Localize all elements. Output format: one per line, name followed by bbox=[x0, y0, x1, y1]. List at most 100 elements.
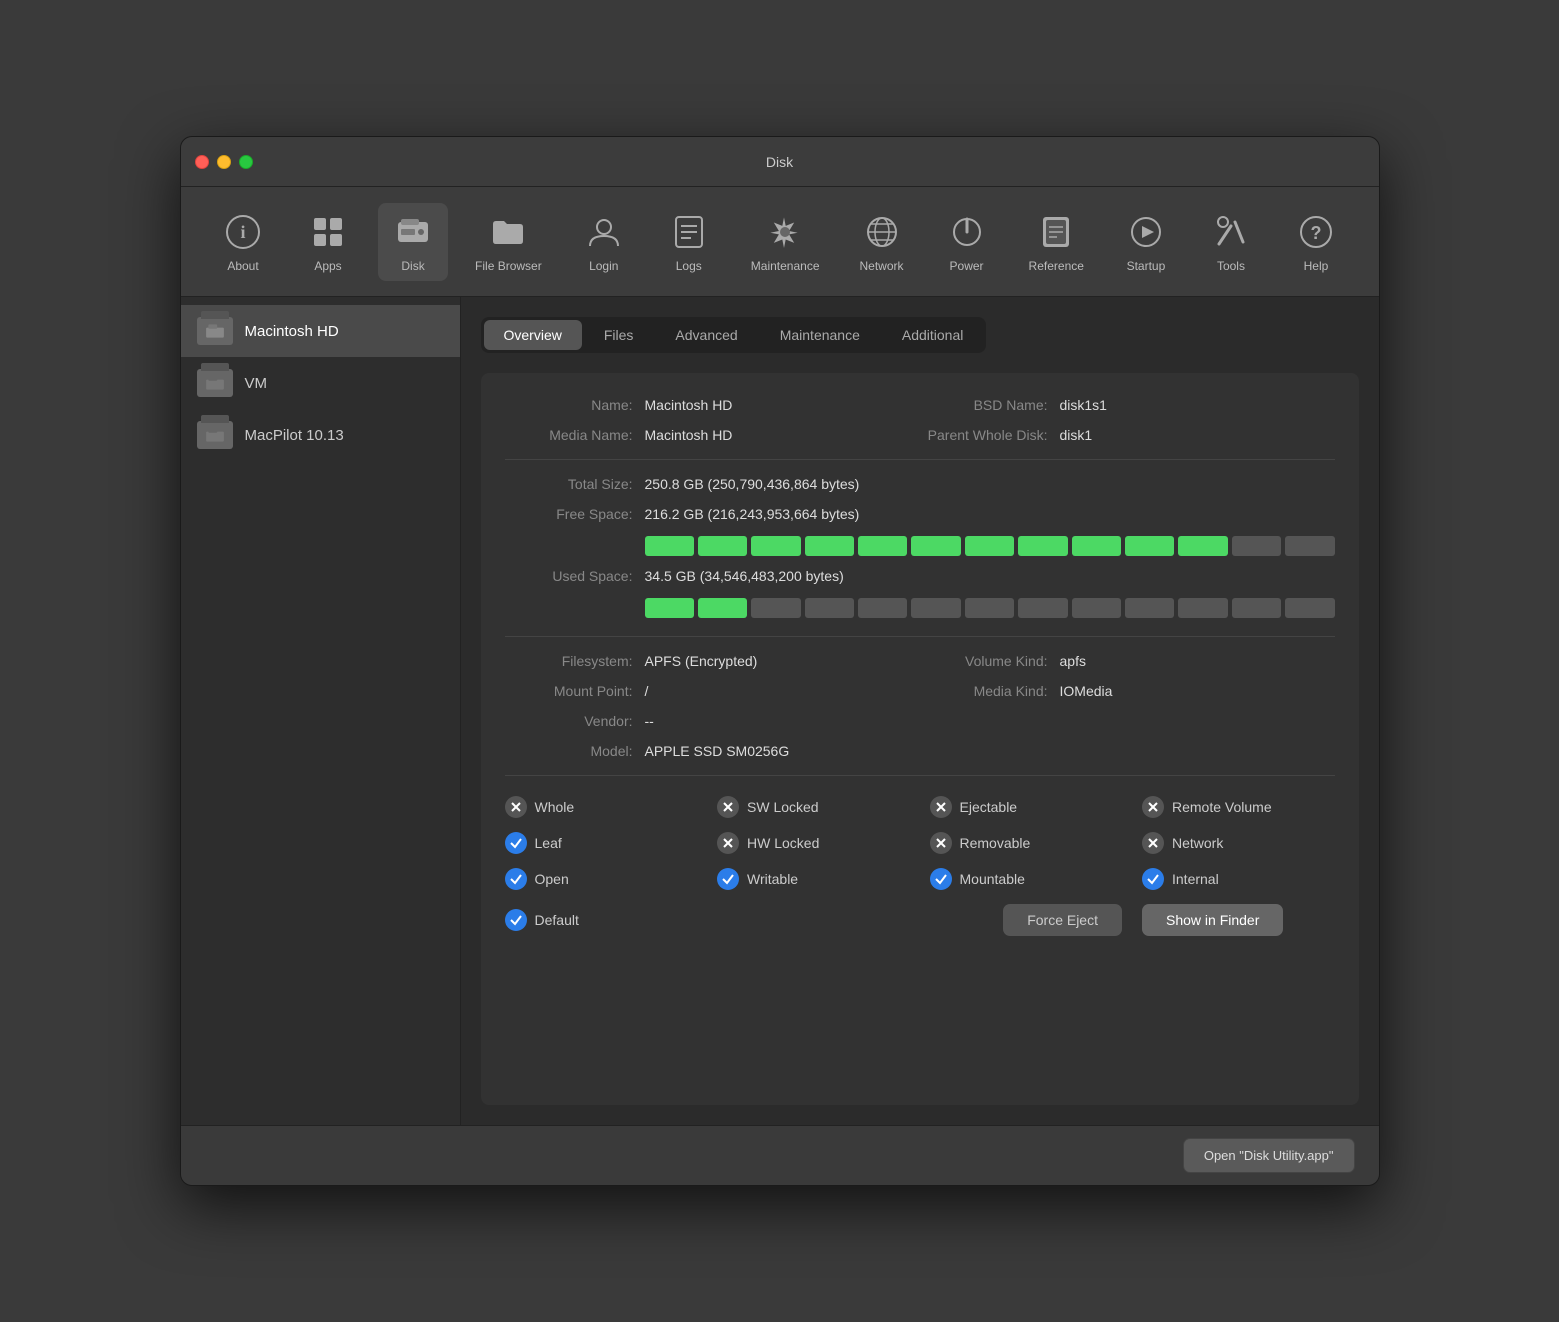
free-seg-4 bbox=[805, 536, 854, 556]
power-icon bbox=[946, 211, 988, 253]
filesystem-label: Filesystem: bbox=[505, 653, 645, 669]
toolbar-label-apps: Apps bbox=[314, 259, 341, 273]
vendor-row: Vendor: -- bbox=[505, 713, 1335, 729]
tab-overview[interactable]: Overview bbox=[484, 320, 582, 350]
leaf-label: Leaf bbox=[535, 835, 562, 851]
ejectable-checkbox-icon bbox=[930, 796, 952, 818]
vendor-label: Vendor: bbox=[505, 713, 645, 729]
volume-kind-label: Volume Kind: bbox=[920, 653, 1060, 669]
toolbar-item-tools[interactable]: Tools bbox=[1196, 203, 1266, 281]
used-space-row: Used Space: 34.5 GB (34,546,483,200 byte… bbox=[505, 568, 1335, 584]
macintosh-hd-disk-icon bbox=[197, 317, 233, 345]
parent-whole-disk-col: Parent Whole Disk: disk1 bbox=[920, 427, 1335, 443]
toolbar-item-logs[interactable]: Logs bbox=[654, 203, 724, 281]
free-seg-7 bbox=[965, 536, 1014, 556]
hw-locked-label: HW Locked bbox=[747, 835, 819, 851]
sidebar-label-macpilot: MacPilot 10.13 bbox=[245, 427, 344, 444]
toolbar-item-apps[interactable]: Apps bbox=[293, 203, 363, 281]
reference-icon bbox=[1035, 211, 1077, 253]
removable-checkbox-icon bbox=[930, 832, 952, 854]
mount-point-value: / bbox=[645, 683, 649, 699]
used-seg-8 bbox=[1018, 598, 1067, 618]
removable-label: Removable bbox=[960, 835, 1031, 851]
toolbar-label-tools: Tools bbox=[1217, 259, 1245, 273]
open-disk-utility-button[interactable]: Open "Disk Utility.app" bbox=[1183, 1138, 1355, 1173]
used-seg-11 bbox=[1178, 598, 1227, 618]
filesystem-row: Filesystem: APFS (Encrypted) Volume Kind… bbox=[505, 653, 1335, 669]
mountable-checkbox-icon bbox=[930, 868, 952, 890]
used-seg-5 bbox=[858, 598, 907, 618]
model-row: Model: APPLE SSD SM0256G bbox=[505, 743, 1335, 759]
toolbar-item-reference[interactable]: Reference bbox=[1017, 203, 1096, 281]
total-size-row: Total Size: 250.8 GB (250,790,436,864 by… bbox=[505, 476, 1335, 492]
writable-checkbox-icon bbox=[717, 868, 739, 890]
login-icon bbox=[583, 211, 625, 253]
sidebar-item-macpilot[interactable]: MacPilot 10.13 bbox=[181, 409, 460, 461]
used-seg-4 bbox=[805, 598, 854, 618]
name-row: Name: Macintosh HD BSD Name: disk1s1 bbox=[505, 397, 1335, 413]
close-button[interactable] bbox=[195, 155, 209, 169]
parent-whole-disk-label: Parent Whole Disk: bbox=[920, 427, 1060, 443]
checkbox-removable: Removable bbox=[930, 832, 1123, 854]
maximize-button[interactable] bbox=[239, 155, 253, 169]
disk-icon bbox=[392, 211, 434, 253]
toolbar-item-about[interactable]: i About bbox=[208, 203, 278, 281]
free-seg-1 bbox=[645, 536, 694, 556]
hw-locked-checkbox-icon bbox=[717, 832, 739, 854]
sidebar-item-vm[interactable]: VM bbox=[181, 357, 460, 409]
toolbar-item-disk[interactable]: Disk bbox=[378, 203, 448, 281]
media-name-col: Media Name: Macintosh HD bbox=[505, 427, 920, 443]
toolbar-label-logs: Logs bbox=[676, 259, 702, 273]
force-eject-button[interactable]: Force Eject bbox=[1003, 904, 1122, 936]
free-seg-13 bbox=[1285, 536, 1334, 556]
toolbar-label-help: Help bbox=[1304, 259, 1329, 273]
toolbar-label-network: Network bbox=[860, 259, 904, 273]
free-seg-9 bbox=[1072, 536, 1121, 556]
toolbar-label-reference: Reference bbox=[1029, 259, 1084, 273]
total-size-label: Total Size: bbox=[505, 476, 645, 492]
toolbar-item-startup[interactable]: Startup bbox=[1111, 203, 1181, 281]
empty-col-1 bbox=[717, 904, 910, 936]
show-in-finder-button[interactable]: Show in Finder bbox=[1142, 904, 1283, 936]
used-seg-2 bbox=[698, 598, 747, 618]
content-area: Overview Files Advanced Maintenance Addi… bbox=[461, 297, 1379, 1125]
free-seg-8 bbox=[1018, 536, 1067, 556]
tab-additional[interactable]: Additional bbox=[882, 320, 984, 350]
toolbar-item-help[interactable]: ? Help bbox=[1281, 203, 1351, 281]
used-seg-13 bbox=[1285, 598, 1334, 618]
tab-bar: Overview Files Advanced Maintenance Addi… bbox=[481, 317, 987, 353]
used-seg-9 bbox=[1072, 598, 1121, 618]
toolbar-item-power[interactable]: Power bbox=[932, 203, 1002, 281]
media-name-label: Media Name: bbox=[505, 427, 645, 443]
sidebar-item-macintosh-hd[interactable]: Macintosh HD bbox=[181, 305, 460, 357]
free-seg-6 bbox=[911, 536, 960, 556]
used-seg-10 bbox=[1125, 598, 1174, 618]
toolbar-item-file-browser[interactable]: File Browser bbox=[463, 203, 554, 281]
used-seg-3 bbox=[751, 598, 800, 618]
default-checkbox-icon bbox=[505, 909, 527, 931]
open-label: Open bbox=[535, 871, 569, 887]
used-space-progress bbox=[645, 598, 1335, 618]
tab-advanced[interactable]: Advanced bbox=[655, 320, 757, 350]
sidebar: Macintosh HD VM MacPilot 10.13 bbox=[181, 297, 461, 1125]
free-seg-5 bbox=[858, 536, 907, 556]
mount-point-row: Mount Point: / Media Kind: IOMedia bbox=[505, 683, 1335, 699]
checkbox-remote-volume: Remote Volume bbox=[1142, 796, 1335, 818]
checkbox-hw-locked: HW Locked bbox=[717, 832, 910, 854]
toolbar-item-login[interactable]: Login bbox=[569, 203, 639, 281]
filesystem-value: APFS (Encrypted) bbox=[645, 653, 758, 669]
tab-files[interactable]: Files bbox=[584, 320, 654, 350]
toolbar-item-maintenance[interactable]: Maintenance bbox=[739, 203, 832, 281]
force-eject-col: Force Eject bbox=[930, 904, 1123, 936]
vm-disk-icon bbox=[197, 369, 233, 397]
main-content: Macintosh HD VM MacPilot 10.13 Overview … bbox=[181, 297, 1379, 1125]
checkbox-open: Open bbox=[505, 868, 698, 890]
mount-point-label: Mount Point: bbox=[505, 683, 645, 699]
toolbar-label-file-browser: File Browser bbox=[475, 259, 542, 273]
main-window: Disk i About Apps bbox=[180, 136, 1380, 1186]
tab-maintenance[interactable]: Maintenance bbox=[760, 320, 880, 350]
toolbar-label-maintenance: Maintenance bbox=[751, 259, 820, 273]
minimize-button[interactable] bbox=[217, 155, 231, 169]
toolbar-item-network[interactable]: Network bbox=[847, 203, 917, 281]
divider-1 bbox=[505, 459, 1335, 460]
